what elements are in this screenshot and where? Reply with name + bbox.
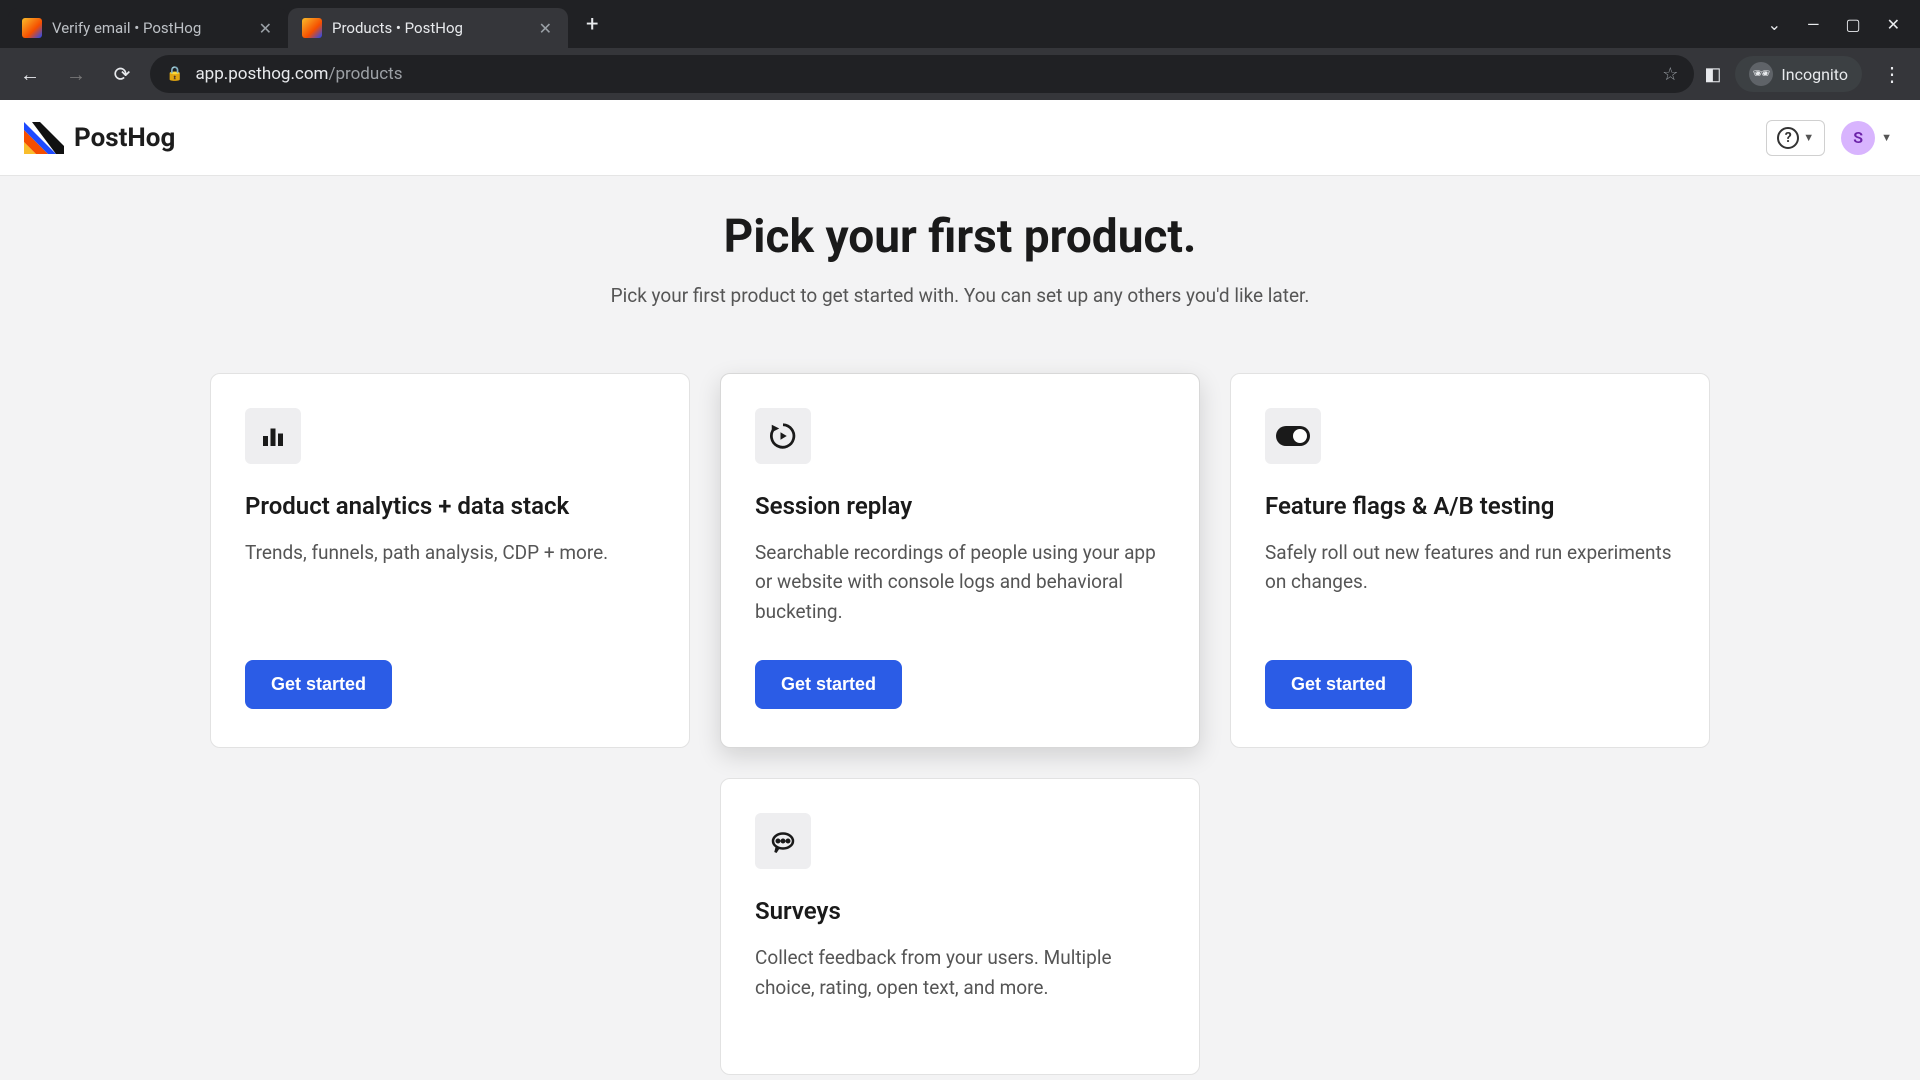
product-description: Collect feedback from your users. Multip… [755, 943, 1165, 1002]
posthog-logo-text: PostHog [74, 123, 175, 153]
lock-icon: 🔒 [166, 66, 183, 82]
reload-button[interactable]: ⟳ [104, 56, 140, 92]
bar-chart-icon [245, 408, 301, 464]
page-subtitle: Pick your first product to get started w… [0, 284, 1920, 307]
product-card-product-analytics[interactable]: Product analytics + data stack Trends, f… [210, 373, 690, 748]
tab-title: Products • PostHog [332, 19, 527, 37]
app-viewport: PostHog ? ▼ S ▼ Pick your first product.… [0, 100, 1920, 1080]
bookmark-star-icon[interactable]: ☆ [1662, 64, 1678, 85]
page-title: Pick your first product. [0, 210, 1920, 264]
maximize-button[interactable]: ▢ [1845, 15, 1860, 34]
browser-tab-verify-email[interactable]: Verify email • PostHog ✕ [8, 8, 288, 48]
product-card-feature-flags[interactable]: Feature flags & A/B testing Safely roll … [1230, 373, 1710, 748]
close-icon[interactable]: ✕ [257, 19, 274, 38]
incognito-label: Incognito [1781, 65, 1848, 84]
product-title: Feature flags & A/B testing [1265, 492, 1675, 520]
help-icon: ? [1777, 127, 1799, 149]
back-button[interactable]: ← [12, 56, 48, 92]
product-description: Searchable recordings of people using yo… [755, 538, 1165, 626]
product-grid: Product analytics + data stack Trends, f… [0, 373, 1920, 1080]
url-path: /products [328, 64, 402, 84]
get-started-button[interactable]: Get started [245, 660, 392, 709]
posthog-favicon [302, 18, 322, 38]
product-description: Trends, funnels, path analysis, CDP + mo… [245, 538, 655, 626]
toolbar-right: ◧ 🕶 Incognito ⋮ [1704, 56, 1908, 92]
product-card-session-replay[interactable]: Session replay Searchable recordings of … [720, 373, 1200, 748]
header-actions: ? ▼ S ▼ [1766, 117, 1896, 159]
posthog-logo-mark [24, 122, 64, 154]
close-window-button[interactable]: ✕ [1887, 15, 1900, 34]
incognito-badge[interactable]: 🕶 Incognito [1735, 56, 1862, 92]
product-card-surveys[interactable]: Surveys Collect feedback from your users… [720, 778, 1200, 1075]
chevron-down-icon[interactable]: ⌄ [1768, 15, 1781, 34]
browser-toolbar: ← → ⟳ 🔒 app.posthog.com/products ☆ ◧ 🕶 I… [0, 48, 1920, 100]
posthog-logo[interactable]: PostHog [24, 122, 175, 154]
browser-tab-products[interactable]: Products • PostHog ✕ [288, 8, 568, 48]
close-icon[interactable]: ✕ [537, 19, 554, 38]
app-header: PostHog ? ▼ S ▼ [0, 100, 1920, 176]
window-controls: ⌄ ― ▢ ✕ [1768, 15, 1912, 34]
product-title: Session replay [755, 492, 1165, 520]
get-started-button[interactable]: Get started [1265, 660, 1412, 709]
product-title: Product analytics + data stack [245, 492, 655, 520]
minimize-button[interactable]: ― [1807, 15, 1820, 34]
chat-icon [755, 813, 811, 869]
url-host: app.posthog.com [195, 64, 328, 84]
browser-tabstrip: Verify email • PostHog ✕ Products • Post… [0, 0, 1920, 48]
forward-button[interactable]: → [58, 56, 94, 92]
posthog-favicon [22, 18, 42, 38]
extensions-icon[interactable]: ◧ [1704, 64, 1721, 85]
toggle-icon [1265, 408, 1321, 464]
help-menu-button[interactable]: ? ▼ [1766, 120, 1825, 156]
browser-menu-button[interactable]: ⋮ [1876, 62, 1908, 86]
replay-icon [755, 408, 811, 464]
chevron-down-icon: ▼ [1803, 131, 1814, 144]
new-tab-button[interactable]: + [574, 6, 610, 43]
tab-title: Verify email • PostHog [52, 19, 247, 37]
address-bar[interactable]: 🔒 app.posthog.com/products ☆ [150, 55, 1694, 93]
app-body: Pick your first product. Pick your first… [0, 176, 1920, 1080]
chevron-down-icon: ▼ [1881, 131, 1892, 144]
get-started-button[interactable]: Get started [755, 660, 902, 709]
product-description: Safely roll out new features and run exp… [1265, 538, 1675, 626]
url-text: app.posthog.com/products [195, 64, 402, 84]
tabs-area: Verify email • PostHog ✕ Products • Post… [8, 0, 1768, 48]
product-title: Surveys [755, 897, 1165, 925]
user-menu-button[interactable]: S ▼ [1837, 117, 1896, 159]
avatar: S [1841, 121, 1875, 155]
incognito-icon: 🕶 [1749, 62, 1773, 86]
